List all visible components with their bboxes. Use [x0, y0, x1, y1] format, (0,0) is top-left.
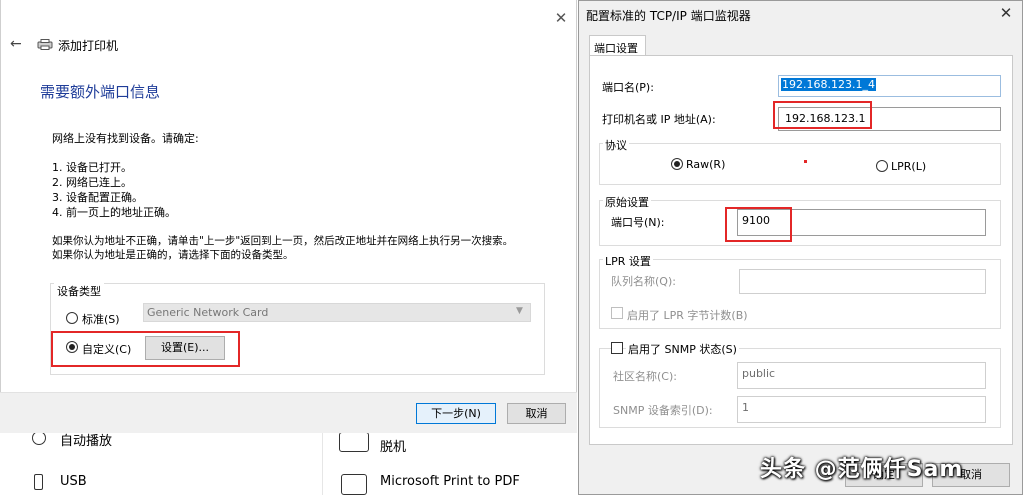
lpr-radio-label[interactable]: LPR(L)	[891, 160, 926, 173]
chevron-down-icon: ▼	[516, 306, 523, 316]
standard-radio[interactable]	[66, 312, 78, 324]
snmp-device-index-field[interactable]: 1	[737, 396, 986, 423]
raw-settings-legend: 原始设置	[603, 194, 651, 210]
advice-text: 如果你认为地址是正确的，请选择下面的设备类型。	[52, 249, 294, 261]
queue-name-label: 队列名称(Q):	[611, 275, 676, 288]
back-arrow-icon[interactable]: ←	[10, 36, 22, 52]
next-button[interactable]: 下一步(N)	[416, 403, 496, 424]
usb-icon	[34, 474, 43, 490]
lpr-byte-count-checkbox[interactable]	[611, 307, 623, 319]
intro-text: 网络上没有找到设备。请确定:	[52, 132, 199, 145]
community-name-label: 社区名称(C):	[613, 370, 677, 383]
printer-icon	[37, 39, 53, 50]
page-heading: 需要额外端口信息	[40, 83, 161, 101]
advice-text: 如果你认为地址不正确，请单击"上一步"返回到上一页，然后改正地址并在网络上执行另…	[52, 235, 514, 247]
community-name-field[interactable]: public	[737, 362, 986, 389]
close-icon[interactable]: ✕	[551, 8, 571, 28]
snmp-device-index-label: SNMP 设备索引(D):	[613, 404, 713, 417]
annotation-highlight	[773, 101, 872, 129]
watermark: 头条 @范俩仟Sam	[760, 457, 964, 482]
checklist-item: 1. 设备已打开。	[52, 161, 132, 174]
standard-radio-label[interactable]: 标准(S)	[82, 311, 120, 327]
autoplay-icon	[32, 431, 46, 445]
annotation-highlight	[725, 207, 792, 242]
fax-icon	[339, 432, 369, 452]
protocol-group	[599, 143, 1001, 185]
protocol-legend: 协议	[603, 137, 629, 153]
ip-address-label: 打印机名或 IP 地址(A):	[602, 113, 716, 126]
annotation-highlight	[51, 331, 240, 367]
snmp-enabled-checkbox[interactable]	[611, 342, 623, 354]
port-name-value: 192.168.123.1_4	[781, 78, 876, 91]
cancel-button[interactable]: 取消	[507, 403, 566, 424]
port-number-label: 端口号(N):	[611, 216, 665, 229]
checklist-item: 3. 设备配置正确。	[52, 191, 143, 204]
device-type-legend: 设备类型	[54, 283, 104, 299]
raw-radio[interactable]	[671, 158, 683, 170]
queue-name-field[interactable]	[739, 269, 986, 294]
snmp-enabled-label[interactable]: 启用了 SNMP 状态(S)	[626, 341, 739, 357]
port-name-label: 端口名(P):	[602, 81, 654, 94]
lpr-radio[interactable]	[876, 160, 888, 172]
divider	[322, 432, 323, 495]
lpr-settings-legend: LPR 设置	[603, 253, 653, 269]
pdf-printer-icon	[341, 474, 367, 495]
tab-port-settings[interactable]: 端口设置	[589, 35, 646, 56]
printer-item-pdf[interactable]: Microsoft Print to PDF	[380, 474, 520, 489]
wizard-title: 添加打印机	[58, 39, 119, 53]
port-name-field[interactable]: 192.168.123.1_4	[778, 75, 1001, 97]
raw-radio-label[interactable]: Raw(R)	[686, 158, 725, 171]
close-icon[interactable]: ✕	[996, 3, 1016, 23]
checklist-item: 4. 前一页上的地址正确。	[52, 206, 176, 219]
annotation-dot	[804, 160, 807, 163]
dialog-title: 配置标准的 TCP/IP 端口监视器	[586, 9, 751, 23]
printer-status-offline: 脱机	[380, 440, 407, 455]
lpr-byte-count-label[interactable]: 启用了 LPR 字节计数(B)	[627, 307, 748, 323]
checklist-item: 2. 网络已连上。	[52, 176, 132, 189]
settings-item-usb[interactable]: USB	[60, 474, 87, 489]
standard-device-select[interactable]: Generic Network Card	[143, 303, 531, 322]
